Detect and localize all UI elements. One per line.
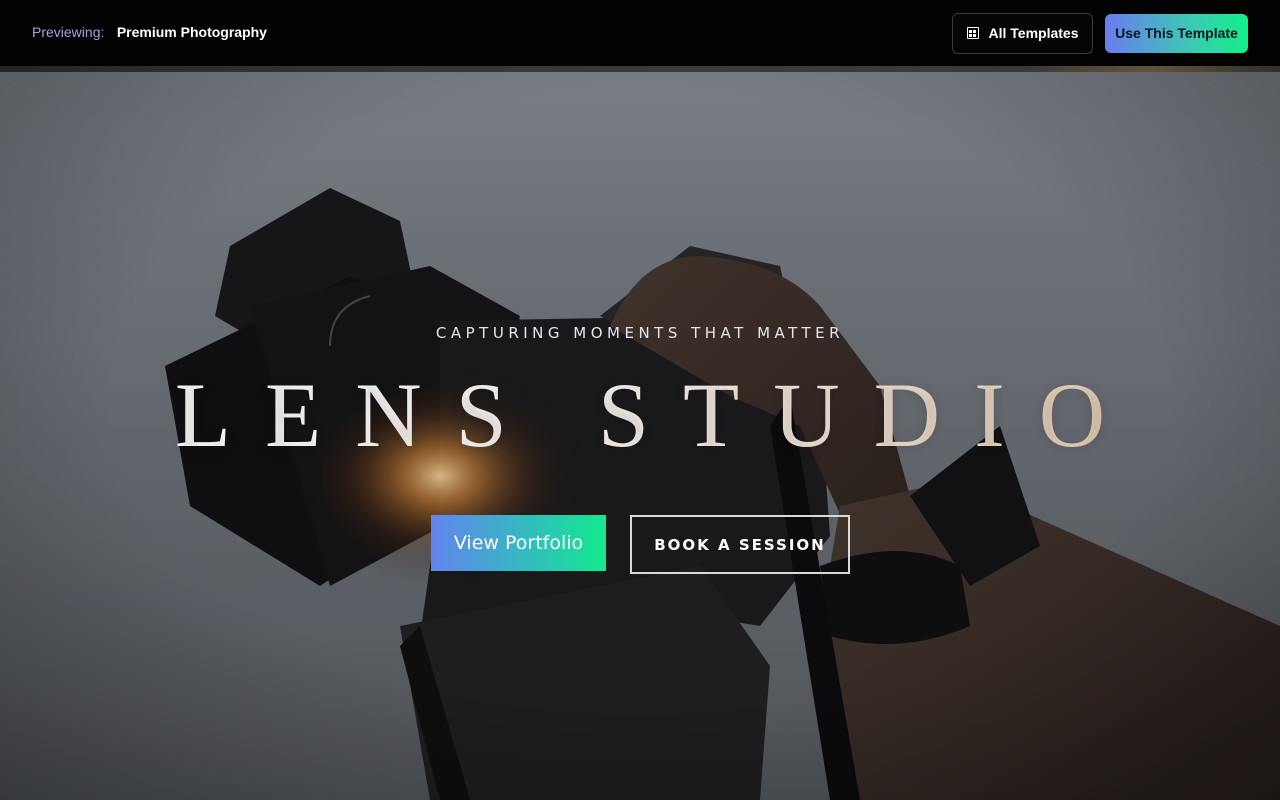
preview-topbar: Previewing: Premium Photography All Temp… — [0, 0, 1280, 66]
book-session-button[interactable]: BOOK A SESSION — [630, 515, 850, 574]
preview-label: Previewing: — [32, 24, 105, 40]
hero-section: CAPTURING MOMENTS THAT MATTER LENS STUDI… — [0, 66, 1280, 800]
preview-info: Previewing: Premium Photography — [32, 24, 267, 42]
all-templates-button[interactable]: All Templates — [952, 12, 1093, 54]
hero-brand-title: LENS STUDIO — [0, 362, 1280, 468]
topbar-actions: All Templates Use This Template — [952, 12, 1248, 54]
grid-icon — [966, 27, 979, 39]
use-template-button[interactable]: Use This Template — [1105, 13, 1248, 53]
view-portfolio-button[interactable]: View Portfolio — [431, 515, 606, 571]
hero-content: CAPTURING MOMENTS THAT MATTER LENS STUDI… — [0, 66, 1280, 800]
template-name: Premium Photography — [116, 24, 267, 40]
all-templates-label: All Templates — [988, 25, 1079, 41]
hero-tagline: CAPTURING MOMENTS THAT MATTER — [435, 324, 845, 342]
hero-cta-row: View Portfolio BOOK A SESSION — [431, 515, 850, 574]
